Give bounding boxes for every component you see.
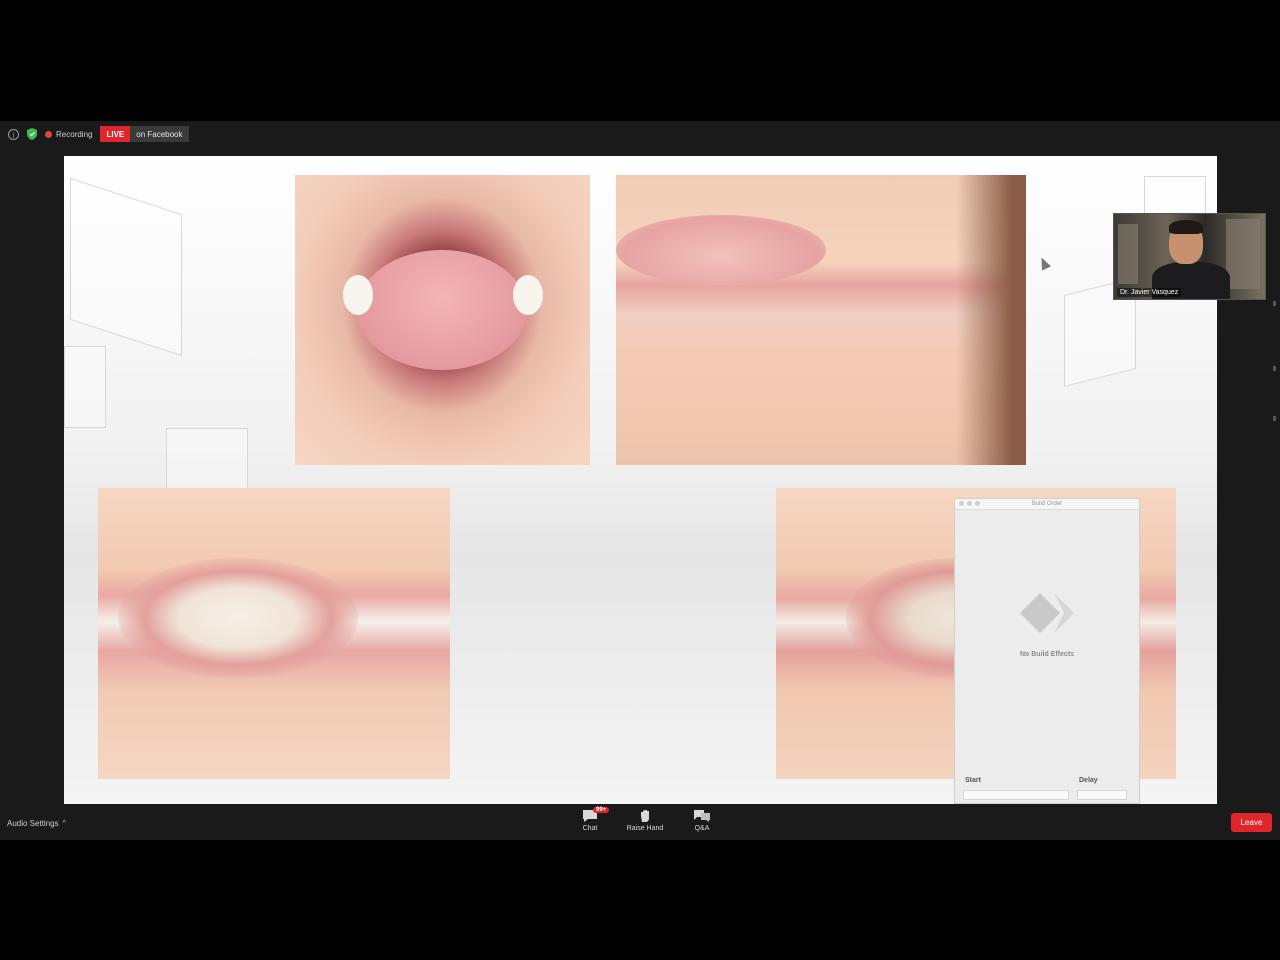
chat-button[interactable]: 99+ Chat [568,807,612,832]
build-effects-icon [1020,593,1074,633]
hair-shadow [956,175,1026,465]
qa-label: Q&A [694,825,710,832]
background-panel-shape [166,428,248,490]
start-label: Start [965,777,981,784]
background-panel-shape [70,177,182,357]
participant-video-tile[interactable]: Dr. Javier Vasquez [1113,213,1266,300]
photo-closed-lips [616,175,1026,465]
delay-stepper[interactable] [1077,790,1127,800]
panel-title: Build Order [1031,501,1063,507]
live-badge: LIVE [100,126,131,142]
tongue-shape [357,250,527,370]
chat-unread-badge: 99+ [593,807,610,813]
chat-label: Chat [582,825,598,832]
scroll-edge-mark [1273,366,1276,371]
panel-title-bar[interactable]: Build Order [955,499,1139,510]
minimize-window-icon[interactable] [967,501,972,506]
recording-dot-icon [45,130,52,138]
live-destination: on Facebook [130,126,189,142]
participant-name: Dr. Javier Vasquez [1117,288,1182,297]
recording-label: Recording [56,129,93,139]
raise-hand-button[interactable]: Raise Hand [623,809,667,832]
qa-icon [694,810,710,822]
lips-shape [616,215,826,285]
live-stream-indicator[interactable]: LIVE on Facebook [100,126,189,142]
maximize-window-icon[interactable] [975,501,980,506]
photo-smile-side-left [98,488,450,779]
lips-shape [118,558,358,678]
zoom-meeting-window: i Recording LIVE on Facebook Dr. Javier … [0,121,1280,840]
chevron-up-icon[interactable]: ^ [63,820,66,827]
leave-button[interactable]: Leave [1231,813,1272,832]
raise-hand-label: Raise Hand [626,825,664,832]
teeth-shape [343,275,373,315]
background-shelf [1118,224,1138,284]
scroll-edge-mark [1273,416,1276,421]
build-order-panel[interactable]: Build Order No Build Effects Start Delay [954,498,1140,804]
no-build-effects-message: No Build Effects [1019,651,1075,658]
info-icon[interactable]: i [8,128,19,140]
shield-icon[interactable] [27,128,37,140]
close-window-icon[interactable] [959,501,964,506]
photo-open-mouth [295,175,590,465]
audio-settings-button[interactable]: Audio Settings ^ [7,819,66,828]
background-panel-shape [64,346,106,428]
delay-label: Delay [1079,777,1098,784]
background-shelf [1226,219,1260,289]
audio-settings-label: Audio Settings [7,819,59,828]
person-hair [1169,220,1203,234]
scroll-edge-mark [1273,301,1276,306]
qa-button[interactable]: Q&A [680,809,724,832]
meeting-controls-bar: Audio Settings ^ 99+ Chat Raise Hand Q&A… [0,805,1280,840]
teeth-shape [513,275,543,315]
raise-hand-icon [641,810,649,822]
start-select[interactable] [963,790,1069,800]
recording-indicator[interactable]: Recording [45,130,92,139]
window-controls[interactable] [959,501,980,506]
meeting-top-bar: i Recording LIVE on Facebook [0,121,1280,147]
